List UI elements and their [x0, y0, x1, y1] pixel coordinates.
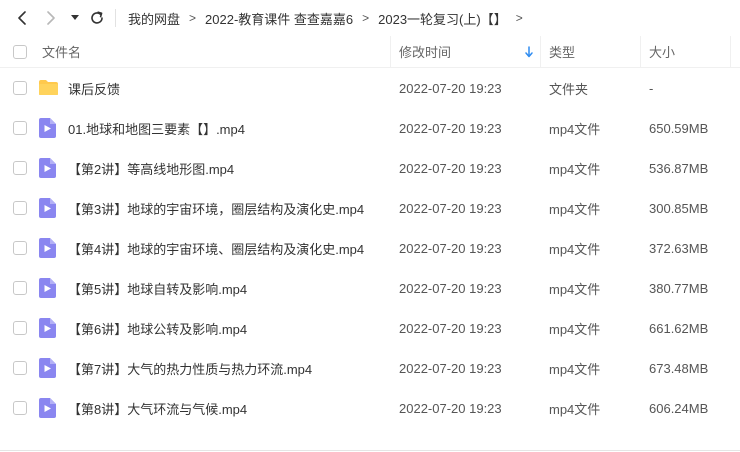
file-type: mp4文件: [549, 161, 601, 177]
file-type: mp4文件: [549, 361, 601, 377]
breadcrumb-separator: >: [515, 11, 523, 25]
caret-down-icon: [71, 15, 79, 20]
file-size: 606.24MB: [649, 400, 709, 416]
chevron-right-icon: [47, 11, 55, 25]
file-modified: 2022-07-20 19:23: [399, 200, 502, 216]
file-name[interactable]: 【第2讲】等高线地形图.mp4: [68, 148, 234, 188]
back-button[interactable]: [12, 7, 34, 29]
file-name[interactable]: 01.地球和地图三要素【】.mp4: [68, 108, 245, 148]
video-file-icon: [39, 318, 56, 338]
file-size: 673.48MB: [649, 360, 709, 376]
file-name[interactable]: 【第3讲】地球的宇宙环境，圈层结构及演化史.mp4: [68, 188, 364, 228]
arrow-down-icon: [525, 45, 533, 57]
file-type: mp4文件: [549, 401, 601, 417]
file-modified: 2022-07-20 19:23: [399, 80, 502, 96]
video-file-icon: [39, 118, 56, 138]
forward-button[interactable]: [40, 7, 62, 29]
file-type: mp4文件: [549, 241, 601, 257]
file-type: mp4文件: [549, 121, 601, 137]
video-file-icon: [39, 358, 56, 378]
file-size: 650.59MB: [649, 120, 709, 136]
column-header-modified[interactable]: 修改时间: [399, 36, 451, 67]
file-type: mp4文件: [549, 201, 601, 217]
toolbar: 我的网盘 > 2022-教育课件 查查嘉嘉6 > 2023一轮复习(上)【】 >: [0, 0, 740, 36]
file-name[interactable]: 【第8讲】大气环流与气候.mp4: [68, 388, 247, 428]
file-name[interactable]: 【第7讲】大气的热力性质与热力环流.mp4: [68, 348, 312, 388]
column-header-name[interactable]: 文件名: [42, 36, 81, 67]
file-modified: 2022-07-20 19:23: [399, 240, 502, 256]
file-row[interactable]: 【第5讲】地球自转及影响.mp4 2022-07-20 19:23 mp4文件 …: [0, 268, 740, 308]
breadcrumb: 我的网盘 > 2022-教育课件 查查嘉嘉6 > 2023一轮复习(上)【】 >: [128, 0, 532, 36]
file-row[interactable]: 【第6讲】地球公转及影响.mp4 2022-07-20 19:23 mp4文件 …: [0, 308, 740, 348]
chevron-left-icon: [18, 11, 26, 25]
file-row[interactable]: 【第4讲】地球的宇宙环境、圈层结构及演化史.mp4 2022-07-20 19:…: [0, 228, 740, 268]
video-file-icon: [39, 158, 56, 178]
select-all-checkbox[interactable]: [13, 45, 27, 59]
refresh-icon: [91, 11, 103, 24]
breadcrumb-item-root[interactable]: 我的网盘: [128, 9, 180, 28]
file-row[interactable]: 【第7讲】大气的热力性质与热力环流.mp4 2022-07-20 19:23 m…: [0, 348, 740, 388]
file-row[interactable]: 【第3讲】地球的宇宙环境，圈层结构及演化史.mp4 2022-07-20 19:…: [0, 188, 740, 228]
file-type: mp4文件: [549, 321, 601, 337]
column-divider[interactable]: [730, 36, 731, 67]
video-file-icon: [39, 398, 56, 418]
file-modified: 2022-07-20 19:23: [399, 360, 502, 376]
row-checkbox[interactable]: [13, 81, 27, 95]
file-size: 536.87MB: [649, 160, 709, 176]
column-divider[interactable]: [540, 36, 541, 67]
file-size: 372.63MB: [649, 240, 709, 256]
refresh-button[interactable]: [86, 7, 108, 29]
video-file-icon: [39, 238, 56, 258]
file-size: -: [649, 80, 654, 96]
breadcrumb-item-parent[interactable]: 2022-教育课件 查查嘉嘉6: [205, 9, 353, 28]
video-file-icon: [39, 198, 56, 218]
breadcrumb-item-current[interactable]: 2023一轮复习(上)【】: [378, 9, 507, 28]
file-row-folder[interactable]: 课后反馈 2022-07-20 19:23 文件夹 -: [0, 68, 740, 108]
row-checkbox[interactable]: [13, 161, 27, 175]
file-modified: 2022-07-20 19:23: [399, 160, 502, 176]
breadcrumb-separator: >: [362, 11, 370, 25]
column-header-size[interactable]: 大小: [649, 36, 675, 67]
sort-indicator[interactable]: [524, 36, 534, 67]
row-checkbox[interactable]: [13, 201, 27, 215]
column-divider[interactable]: [390, 36, 391, 67]
file-name[interactable]: 【第4讲】地球的宇宙环境、圈层结构及演化史.mp4: [68, 228, 364, 268]
file-size: 380.77MB: [649, 280, 709, 296]
file-modified: 2022-07-20 19:23: [399, 400, 502, 416]
video-file-icon: [39, 278, 56, 298]
folder-icon: [39, 80, 58, 95]
row-checkbox[interactable]: [13, 121, 27, 135]
file-type: mp4文件: [549, 281, 601, 297]
file-row[interactable]: 【第2讲】等高线地形图.mp4 2022-07-20 19:23 mp4文件 5…: [0, 148, 740, 188]
breadcrumb-separator: >: [189, 11, 197, 25]
file-name[interactable]: 【第5讲】地球自转及影响.mp4: [68, 268, 247, 308]
file-name[interactable]: 【第6讲】地球公转及影响.mp4: [68, 308, 247, 348]
file-modified: 2022-07-20 19:23: [399, 280, 502, 296]
row-checkbox[interactable]: [13, 401, 27, 415]
column-divider[interactable]: [640, 36, 641, 67]
row-checkbox[interactable]: [13, 241, 27, 255]
file-row[interactable]: 【第8讲】大气环流与气候.mp4 2022-07-20 19:23 mp4文件 …: [0, 388, 740, 428]
row-checkbox[interactable]: [13, 361, 27, 375]
bottom-divider: [0, 450, 740, 451]
file-row[interactable]: 01.地球和地图三要素【】.mp4 2022-07-20 19:23 mp4文件…: [0, 108, 740, 148]
file-list-header: 文件名 修改时间 类型 大小: [0, 36, 740, 68]
file-size: 661.62MB: [649, 320, 709, 336]
file-modified: 2022-07-20 19:23: [399, 120, 502, 136]
file-type: 文件夹: [549, 81, 589, 97]
row-checkbox[interactable]: [13, 321, 27, 335]
toolbar-divider: [115, 9, 116, 27]
file-modified: 2022-07-20 19:23: [399, 320, 502, 336]
file-size: 300.85MB: [649, 200, 709, 216]
row-checkbox[interactable]: [13, 281, 27, 295]
file-name[interactable]: 课后反馈: [68, 68, 120, 108]
column-header-type[interactable]: 类型: [549, 36, 575, 67]
history-dropdown-button[interactable]: [66, 7, 84, 29]
